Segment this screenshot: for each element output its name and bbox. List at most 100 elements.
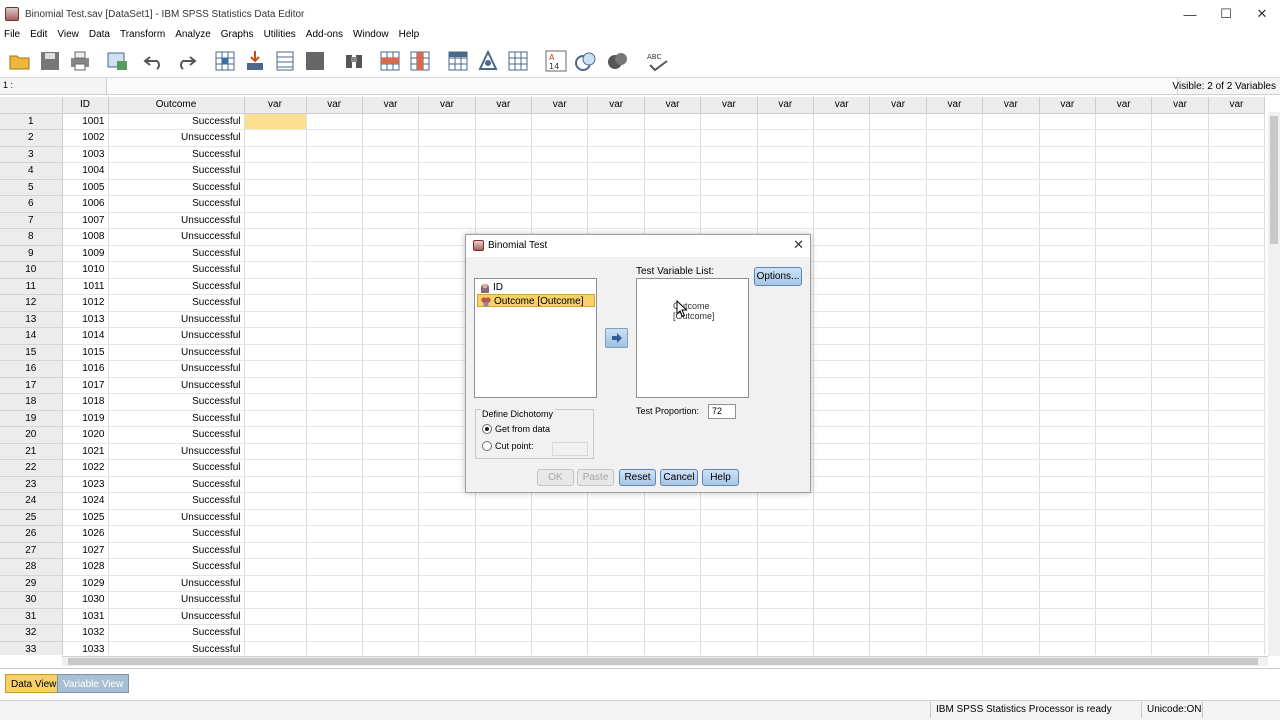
cell-empty[interactable] bbox=[1151, 162, 1209, 180]
cell-empty[interactable] bbox=[813, 624, 871, 642]
cell-empty[interactable] bbox=[1039, 393, 1096, 411]
cell-empty[interactable] bbox=[869, 426, 927, 444]
cell-empty[interactable] bbox=[587, 558, 645, 576]
cell-empty[interactable] bbox=[418, 146, 476, 163]
cell-empty[interactable] bbox=[813, 426, 871, 444]
cell-empty[interactable] bbox=[1151, 294, 1209, 312]
cell-empty[interactable] bbox=[244, 311, 307, 328]
cell-empty[interactable] bbox=[926, 575, 984, 592]
cell-empty[interactable] bbox=[813, 525, 871, 543]
cell-empty[interactable] bbox=[362, 129, 420, 147]
cell-empty[interactable] bbox=[362, 344, 420, 361]
cell-id[interactable]: 1028 bbox=[62, 558, 109, 576]
cell-empty[interactable] bbox=[1208, 294, 1266, 312]
cell-empty[interactable] bbox=[1208, 377, 1266, 394]
cell-empty[interactable] bbox=[1208, 509, 1266, 526]
cell-empty[interactable] bbox=[757, 212, 815, 229]
cell-empty[interactable] bbox=[531, 575, 589, 592]
move-to-test-list-button[interactable] bbox=[605, 328, 628, 348]
cell-empty[interactable] bbox=[1208, 591, 1266, 609]
save-icon[interactable] bbox=[38, 49, 62, 73]
cell-empty[interactable] bbox=[813, 228, 871, 246]
cell-empty[interactable] bbox=[475, 591, 533, 609]
cell-empty[interactable] bbox=[869, 393, 927, 411]
cell-empty[interactable] bbox=[1208, 212, 1266, 229]
cell-id[interactable]: 1027 bbox=[62, 542, 109, 559]
column-header-id[interactable]: ID bbox=[62, 97, 109, 114]
cell-empty[interactable] bbox=[362, 525, 420, 543]
cell-outcome[interactable]: Successful bbox=[108, 113, 245, 130]
cell-empty[interactable] bbox=[1039, 146, 1096, 163]
variable-item-id[interactable]: ID bbox=[477, 281, 507, 294]
cell-empty[interactable] bbox=[362, 410, 420, 427]
cell-empty[interactable] bbox=[362, 426, 420, 444]
cell-empty[interactable] bbox=[244, 327, 307, 345]
cell-empty[interactable] bbox=[418, 129, 476, 147]
cell-empty[interactable] bbox=[1151, 129, 1209, 147]
cell-id[interactable]: 1033 bbox=[62, 641, 109, 655]
row-number[interactable]: 1 bbox=[0, 113, 63, 130]
cell-empty[interactable] bbox=[244, 575, 307, 592]
cell-empty[interactable] bbox=[926, 327, 984, 345]
cell-empty[interactable] bbox=[475, 492, 533, 510]
cell-empty[interactable] bbox=[1039, 113, 1096, 130]
cell-empty[interactable] bbox=[813, 146, 871, 163]
cell-outcome[interactable]: Unsuccessful bbox=[108, 327, 245, 345]
cell-empty[interactable] bbox=[1151, 261, 1209, 279]
cell-empty[interactable] bbox=[757, 113, 815, 130]
cell-empty[interactable] bbox=[813, 261, 871, 279]
cell-outcome[interactable]: Successful bbox=[108, 476, 245, 493]
cell-empty[interactable] bbox=[1151, 459, 1209, 477]
cell-empty[interactable] bbox=[306, 459, 363, 477]
cell-empty[interactable] bbox=[644, 492, 702, 510]
cell-empty[interactable] bbox=[306, 377, 363, 394]
cell-empty[interactable] bbox=[418, 509, 476, 526]
cell-empty[interactable] bbox=[869, 129, 927, 147]
cell-empty[interactable] bbox=[362, 608, 420, 625]
cell-empty[interactable] bbox=[982, 410, 1040, 427]
cell-empty[interactable] bbox=[869, 377, 927, 394]
cell-id[interactable]: 1026 bbox=[62, 525, 109, 543]
cell-empty[interactable] bbox=[757, 129, 815, 147]
cell-empty[interactable] bbox=[418, 608, 476, 625]
cell-empty[interactable] bbox=[1039, 261, 1096, 279]
cell-empty[interactable] bbox=[587, 146, 645, 163]
cell-empty[interactable] bbox=[418, 542, 476, 559]
cell-empty[interactable] bbox=[982, 278, 1040, 295]
cell-outcome[interactable]: Unsuccessful bbox=[108, 591, 245, 609]
cell-empty[interactable] bbox=[869, 245, 927, 262]
cell-empty[interactable] bbox=[244, 591, 307, 609]
cell-empty[interactable] bbox=[982, 179, 1040, 196]
cell-empty[interactable] bbox=[244, 410, 307, 427]
cell-empty[interactable] bbox=[813, 641, 871, 655]
cell-empty[interactable] bbox=[869, 195, 927, 213]
cell-empty[interactable] bbox=[1039, 212, 1096, 229]
cell-empty[interactable] bbox=[1095, 575, 1153, 592]
cell-empty[interactable] bbox=[869, 327, 927, 345]
cell-empty[interactable] bbox=[531, 492, 589, 510]
cell-empty[interactable] bbox=[813, 195, 871, 213]
cell-empty[interactable] bbox=[1208, 344, 1266, 361]
cell-empty[interactable] bbox=[869, 624, 927, 642]
cell-empty[interactable] bbox=[587, 575, 645, 592]
cell-empty[interactable] bbox=[1039, 278, 1096, 295]
vertical-scroll-thumb[interactable] bbox=[1270, 116, 1278, 244]
cell-empty[interactable] bbox=[362, 476, 420, 493]
cell-empty[interactable] bbox=[982, 492, 1040, 510]
cell-empty[interactable] bbox=[982, 113, 1040, 130]
cell-empty[interactable] bbox=[757, 608, 815, 625]
cell-empty[interactable] bbox=[926, 509, 984, 526]
cell-empty[interactable] bbox=[926, 492, 984, 510]
cell-empty[interactable] bbox=[813, 509, 871, 526]
cell-empty[interactable] bbox=[1208, 426, 1266, 444]
cell-empty[interactable] bbox=[700, 558, 758, 576]
split-file-icon[interactable] bbox=[446, 49, 470, 73]
cell-empty[interactable] bbox=[926, 212, 984, 229]
cell-empty[interactable] bbox=[475, 113, 533, 130]
cell-empty[interactable] bbox=[418, 558, 476, 576]
cell-id[interactable]: 1022 bbox=[62, 459, 109, 477]
cell-empty[interactable] bbox=[362, 195, 420, 213]
row-number[interactable]: 8 bbox=[0, 228, 63, 246]
cell-empty[interactable] bbox=[869, 641, 927, 655]
cell-empty[interactable] bbox=[1208, 129, 1266, 147]
